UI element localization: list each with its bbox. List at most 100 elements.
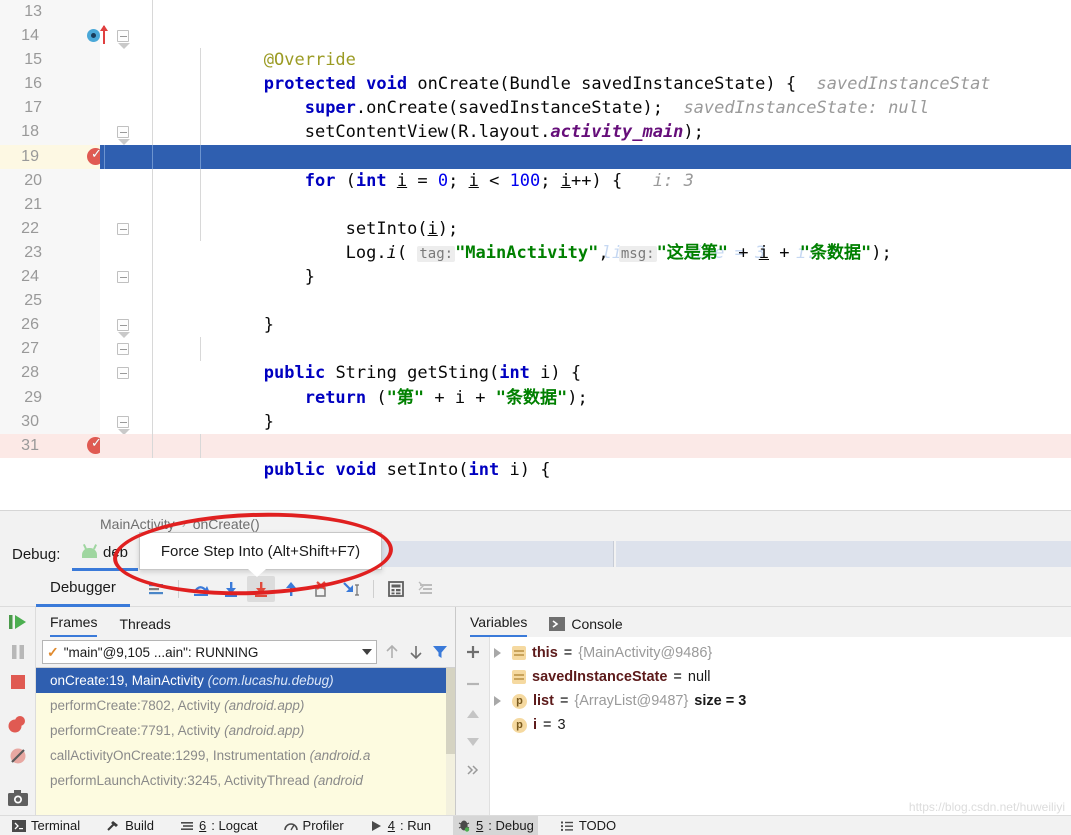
code-line-18[interactable]: 18 for (int i = 0; i < 100; i++) { i: 3 xyxy=(0,120,1071,191)
step-controls[interactable] xyxy=(142,575,440,602)
gutter-24[interactable]: 24 xyxy=(0,265,129,290)
code-line-24[interactable]: 24 } xyxy=(0,265,1071,335)
status-bar[interactable]: Terminal Build 6 : Logcat Profiler 4: R… xyxy=(0,815,1071,835)
code-line-13[interactable]: 13 @Override xyxy=(0,0,1071,70)
code-line-27[interactable]: 27 return ("第" + i + "条数据"); xyxy=(0,337,1071,408)
frames-scrollbar[interactable] xyxy=(446,668,455,815)
gutter-18[interactable]: 18 xyxy=(0,120,130,146)
code-line-28[interactable]: 28 } xyxy=(0,361,1071,432)
gutter-16[interactable]: 16 xyxy=(0,72,100,97)
gutter-icons[interactable] xyxy=(39,120,130,146)
gutter-23[interactable]: 23 xyxy=(0,240,100,266)
arrow-down-icon[interactable] xyxy=(407,643,425,661)
screenshot-button[interactable] xyxy=(7,789,29,812)
code-line-29[interactable]: 29 xyxy=(0,385,1071,410)
frames-list[interactable]: onCreate:19, MainActivity (com.lucashu.d… xyxy=(36,667,455,815)
gutter-29[interactable]: 29 xyxy=(0,385,100,410)
code-line-23[interactable]: 23 xyxy=(0,240,1071,266)
code-line-19-current[interactable]: 19 list.add(getSting(i)); list: size = 3… xyxy=(0,143,1071,263)
frames-tabs[interactable]: Frames Threads xyxy=(36,607,455,637)
debug-side-toolbar[interactable] xyxy=(0,607,36,831)
variables-gutter[interactable] xyxy=(456,637,490,815)
stop-button[interactable] xyxy=(8,673,28,696)
frame-row[interactable]: onCreate:19, MainActivity (com.lucashu.d… xyxy=(36,668,455,693)
gutter-20[interactable]: 20 xyxy=(0,168,100,193)
tab-variables[interactable]: Variables xyxy=(470,614,528,637)
settings-button[interactable] xyxy=(412,576,440,602)
breadcrumb-class[interactable]: MainActivity xyxy=(100,516,175,532)
variable-row[interactable]: p list = {ArrayList@9487} size = 3 xyxy=(490,689,1071,713)
tab-frames[interactable]: Frames xyxy=(50,614,98,637)
frame-row[interactable]: performCreate:7791, Activity (android.ap… xyxy=(36,718,455,743)
code-line-26[interactable]: 26 public String getSting(int i) { xyxy=(0,313,1071,383)
debugger-toolbar[interactable]: Debugger xyxy=(0,571,1071,607)
gutter-14[interactable]: 14 xyxy=(0,24,130,50)
status-item-debug[interactable]: 5 : Debug xyxy=(453,815,538,835)
step-over-button[interactable] xyxy=(187,576,215,602)
status-item-build[interactable]: Build xyxy=(102,816,158,835)
variable-row[interactable]: savedInstanceState = null xyxy=(490,665,1071,689)
code-line-14[interactable]: 14 protected void onCreate(Bundle savedI… xyxy=(0,24,1071,94)
drop-frame-button[interactable] xyxy=(307,576,335,602)
gutter-22[interactable]: 22 xyxy=(0,216,129,241)
tab-threads[interactable]: Threads xyxy=(119,616,170,637)
code-line-30[interactable]: 30 public void setInto(int i) { xyxy=(0,409,1071,480)
variables-tabs[interactable]: Variables Console xyxy=(456,607,1071,637)
debug-session-tab[interactable]: deb xyxy=(72,537,139,571)
gutter-icons[interactable] xyxy=(39,143,104,169)
code-line-15[interactable]: 15 super.onCreate(savedInstanceState); s… xyxy=(0,48,1071,118)
status-item-logcat[interactable]: 6 : Logcat xyxy=(176,816,262,835)
down-icon[interactable] xyxy=(464,735,482,749)
evaluate-expression-button[interactable] xyxy=(382,576,410,602)
code-line-22[interactable]: 22 } xyxy=(0,216,1071,287)
gutter-21[interactable]: 21 xyxy=(0,192,100,217)
up-icon[interactable] xyxy=(464,707,482,721)
mute-breakpoints-button[interactable] xyxy=(8,746,28,771)
force-step-into-button[interactable] xyxy=(246,575,275,602)
tab-console[interactable]: Console xyxy=(549,616,623,637)
gutter-icons[interactable] xyxy=(39,24,130,50)
step-out-button[interactable] xyxy=(277,576,305,602)
variables-list[interactable]: this = {MainActivity@9486} savedInstance… xyxy=(490,637,1071,815)
filter-icon[interactable] xyxy=(431,643,449,661)
gutter-icons[interactable] xyxy=(39,410,130,435)
gutter-icons[interactable] xyxy=(39,361,129,385)
frame-row[interactable]: performLaunchActivity:3245, ActivityThre… xyxy=(36,768,455,793)
remove-icon[interactable] xyxy=(464,675,482,693)
code-line-16[interactable]: 16 setContentView(R.layout.activity_main… xyxy=(0,72,1071,142)
gutter-15[interactable]: 15 xyxy=(0,48,100,73)
gutter-19[interactable]: 19 xyxy=(0,143,104,169)
gutter-27[interactable]: 27 xyxy=(0,337,129,362)
status-item-terminal[interactable]: Terminal xyxy=(8,816,84,835)
breadcrumb-method[interactable]: onCreate() xyxy=(193,516,260,532)
resume-program-button[interactable] xyxy=(7,613,29,636)
status-item-todo[interactable]: TODO xyxy=(556,816,620,835)
expand-triangle-icon[interactable] xyxy=(494,696,506,706)
override-marker-icon[interactable] xyxy=(86,29,100,43)
chevron-down-icon[interactable] xyxy=(362,649,372,655)
scrollbar-thumb[interactable] xyxy=(446,668,455,754)
status-item-profiler[interactable]: Profiler xyxy=(280,816,348,835)
code-line-25[interactable]: 25 xyxy=(0,289,1071,314)
expand-triangle-icon[interactable] xyxy=(494,648,506,658)
gutter-30[interactable]: 30 xyxy=(0,409,130,435)
code-line-31-clipped[interactable]: 31 xyxy=(0,432,1071,458)
gutter-28[interactable]: 28 xyxy=(0,361,129,386)
code-line-21[interactable]: 21 Log.i( tag: "MainActivity", msg: "这是第" … xyxy=(0,192,1071,263)
thread-selector[interactable]: ✓ "main"@9,105 ...ain": RUNNING xyxy=(42,640,377,664)
gutter-17[interactable]: 17 xyxy=(0,96,100,121)
gutter-25[interactable]: 25 xyxy=(0,289,100,314)
run-to-cursor-button[interactable] xyxy=(337,576,365,602)
gutter-icons[interactable] xyxy=(39,313,130,339)
gutter-icons[interactable] xyxy=(39,432,129,458)
gutter-31[interactable]: 31 xyxy=(0,432,129,458)
variable-row[interactable]: this = {MainActivity@9486} xyxy=(490,641,1071,665)
show-execution-point-button[interactable] xyxy=(142,576,170,602)
view-breakpoints-button[interactable] xyxy=(7,714,29,739)
gutter-13[interactable]: 13 xyxy=(0,0,100,25)
code-editor[interactable]: 13 @Override 14 protected void onCreate(… xyxy=(0,0,1071,510)
tab-debugger[interactable]: Debugger xyxy=(36,571,130,607)
gutter-26[interactable]: 26 xyxy=(0,313,130,339)
more-icon[interactable] xyxy=(464,763,482,777)
gutter-icons[interactable] xyxy=(39,217,129,241)
